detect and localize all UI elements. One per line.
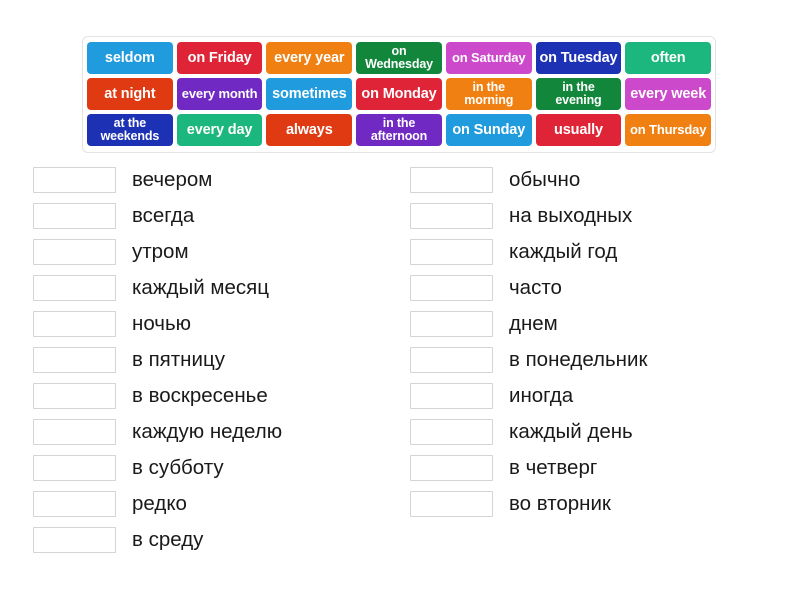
word-tile[interactable]: on Sunday: [445, 114, 532, 146]
drop-box[interactable]: [410, 203, 493, 229]
answer-columns: вечером всегда утром каждый месяц ночью в пят…: [0, 162, 800, 558]
drop-box[interactable]: [410, 311, 493, 337]
answer-label: в четверг: [509, 455, 598, 479]
answer-label: иногда: [509, 383, 574, 407]
word-tile[interactable]: in the evening: [535, 78, 622, 110]
answer-label: каждый год: [509, 239, 618, 263]
answer-label: во вторник: [509, 491, 611, 515]
drop-box[interactable]: [410, 491, 493, 517]
word-tile[interactable]: seldom: [87, 42, 173, 74]
word-tile[interactable]: on Monday: [356, 78, 442, 110]
word-tile[interactable]: on Tuesday: [535, 42, 622, 74]
word-tile[interactable]: at night: [87, 78, 173, 110]
word-bank-row: at night every month sometimes on Monday in …: [87, 78, 712, 110]
word-tile[interactable]: on Wednesday: [356, 42, 442, 74]
answer-label: на выходных: [509, 203, 633, 227]
answer-label: днем: [509, 311, 558, 335]
word-tile[interactable]: in the morning: [445, 78, 532, 110]
word-tile[interactable]: in the afternoon: [356, 114, 442, 146]
answer-label: в понедельник: [509, 347, 648, 371]
word-tile[interactable]: on Thursday: [625, 114, 712, 146]
answer-label: каждый день: [509, 419, 633, 443]
word-tile[interactable]: every month: [176, 78, 263, 110]
word-tile[interactable]: usually: [535, 114, 622, 146]
word-tile[interactable]: always: [266, 114, 353, 146]
word-tile[interactable]: every day: [176, 114, 263, 146]
drop-box[interactable]: [410, 383, 493, 409]
drop-box[interactable]: [410, 239, 493, 265]
word-tile[interactable]: every week: [625, 78, 712, 110]
word-bank-row: seldom on Friday every year on Wednesday on …: [87, 42, 712, 74]
word-tile[interactable]: at the weekends: [87, 114, 173, 146]
word-tile[interactable]: on Friday: [176, 42, 263, 74]
answer-label: часто: [509, 275, 562, 299]
word-tile[interactable]: often: [625, 42, 712, 74]
word-tile[interactable]: every year: [266, 42, 353, 74]
drop-box[interactable]: [410, 275, 493, 301]
drop-box[interactable]: [410, 419, 493, 445]
word-tile[interactable]: sometimes: [266, 78, 353, 110]
drop-box[interactable]: [410, 347, 493, 373]
answer-column-right: обычно на выходных каждый год часто днем в по…: [0, 162, 647, 558]
drop-box[interactable]: [410, 455, 493, 481]
word-bank: seldom on Friday every year on Wednesday on …: [82, 36, 716, 153]
drop-box[interactable]: [410, 167, 493, 193]
answer-label: обычно: [509, 167, 581, 191]
word-tile[interactable]: on Saturday: [445, 42, 532, 74]
word-bank-row: at the weekends every day always in the aft…: [87, 114, 712, 146]
